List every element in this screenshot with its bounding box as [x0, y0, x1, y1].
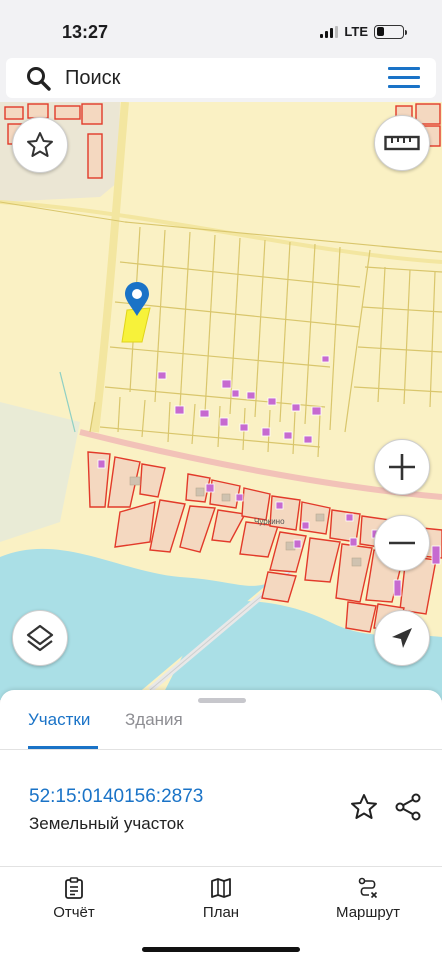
- nav-report[interactable]: Отчёт: [24, 877, 124, 921]
- zoom-in-button[interactable]: [374, 439, 430, 495]
- nav-route-label: Маршрут: [336, 904, 400, 921]
- map-canvas[interactable]: Чуркино: [0, 102, 442, 700]
- share-icon[interactable]: [393, 792, 423, 822]
- ruler-button[interactable]: [374, 115, 430, 171]
- nav-plan-label: План: [202, 904, 240, 921]
- cadastral-map[interactable]: Чуркино: [0, 102, 442, 700]
- favorite-map-button[interactable]: [12, 117, 68, 173]
- home-indicator[interactable]: [142, 947, 300, 952]
- tab-buildings[interactable]: Здания: [125, 711, 183, 749]
- sheet-tabs: Участки Здания: [0, 711, 442, 750]
- search-bar[interactable]: Поиск: [6, 58, 436, 98]
- star-icon: [27, 132, 53, 157]
- status-time: 13:27: [62, 22, 109, 42]
- ruler-icon: [384, 135, 420, 151]
- signal-icon: [320, 25, 339, 38]
- bottom-nav: Отчёт План Маршрут: [0, 866, 442, 960]
- place-label: Чуркино: [254, 517, 285, 526]
- status-indicators: LTE: [320, 24, 407, 39]
- nav-route[interactable]: Маршрут: [318, 877, 418, 921]
- plus-icon: [389, 454, 415, 480]
- menu-icon[interactable]: [388, 67, 420, 89]
- battery-icon: [374, 24, 407, 39]
- network-label: LTE: [344, 24, 368, 39]
- locate-button[interactable]: [374, 610, 430, 666]
- star-icon[interactable]: [349, 792, 379, 822]
- status-bar: 13:27 LTE: [0, 0, 442, 54]
- tab-parcels[interactable]: Участки: [28, 711, 98, 749]
- minus-icon: [389, 541, 415, 545]
- route-icon: [358, 877, 378, 899]
- nav-plan[interactable]: План: [171, 877, 271, 921]
- layers-button[interactable]: [12, 610, 68, 666]
- map-plan-icon: [211, 878, 231, 898]
- nav-report-label: Отчёт: [53, 904, 95, 921]
- parcel-type: Земельный участок: [29, 814, 184, 833]
- layers-icon: [26, 624, 54, 652]
- zoom-out-button[interactable]: [374, 515, 430, 571]
- parcel-cadastral-number[interactable]: 52:15:0140156:2873: [29, 786, 203, 808]
- navigation-arrow-icon: [392, 628, 412, 648]
- search-icon[interactable]: [26, 66, 52, 92]
- search-input[interactable]: Поиск: [65, 67, 120, 90]
- report-icon: [65, 877, 83, 899]
- sheet-grabber[interactable]: [198, 698, 246, 703]
